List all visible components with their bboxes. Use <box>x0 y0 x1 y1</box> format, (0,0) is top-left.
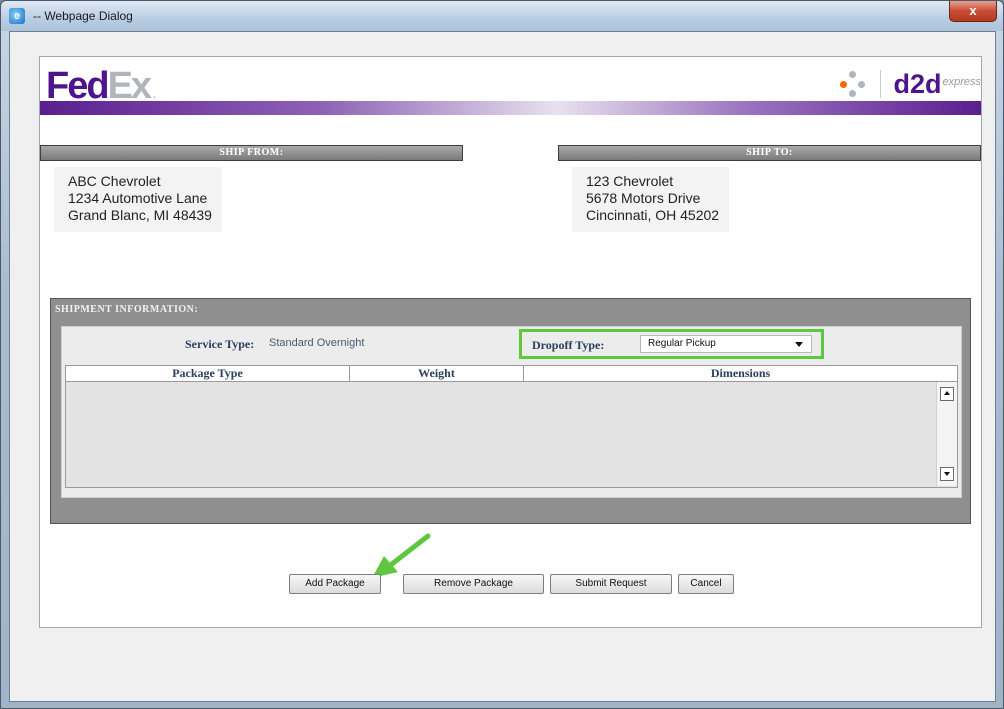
column-header-package-type[interactable]: Package Type <box>66 366 350 381</box>
service-type-label: Service Type: <box>185 337 255 351</box>
dropoff-type-value: Regular Pickup <box>648 338 716 349</box>
logo-divider <box>880 70 882 98</box>
d2d-express-logo: d2d express <box>838 67 981 101</box>
chevron-down-icon[interactable] <box>795 342 803 347</box>
address-line: Cincinnati, OH 45202 <box>586 207 720 223</box>
scrollbar[interactable] <box>936 382 957 486</box>
title-bar[interactable]: e -- Webpage Dialog x <box>1 1 1003 31</box>
window-title: -- Webpage Dialog <box>33 9 133 23</box>
dropoff-type-label: Dropoff Type: <box>532 338 605 352</box>
partner-suffix: express <box>942 76 981 88</box>
package-table-body <box>65 382 958 488</box>
shipment-information-heading: SHIPMENT INFORMATION: <box>55 304 199 315</box>
package-table-header: Package Type Weight Dimensions <box>65 365 958 382</box>
cancel-button[interactable]: Cancel <box>678 574 734 594</box>
dialog-window: e -- Webpage Dialog x FedEx. d2d express <box>0 0 1004 709</box>
service-type-value: Standard Overnight <box>269 337 365 349</box>
remove-package-button[interactable]: Remove Package <box>403 574 544 594</box>
shipment-details: Service Type: Standard Overnight Dropoff… <box>61 326 962 498</box>
ship-to-heading: SHIP TO: <box>558 145 981 161</box>
scroll-up-icon[interactable] <box>940 387 954 401</box>
dropoff-type-highlight: Dropoff Type: Regular Pickup <box>519 329 824 359</box>
scroll-down-icon[interactable] <box>940 467 954 481</box>
header-banner <box>40 101 981 115</box>
address-line: 1234 Automotive Lane <box>68 190 208 206</box>
shipment-information-panel: SHIPMENT INFORMATION: Service Type: Stan… <box>50 298 971 524</box>
header: FedEx. d2d express <box>40 57 981 135</box>
dialog-content: FedEx. d2d express SHIP FROM: ABC Chevro… <box>9 31 996 702</box>
ship-to-address: 123 Chevrolet 5678 Motors Drive Cincinna… <box>572 167 730 232</box>
add-package-button[interactable]: Add Package <box>289 574 381 594</box>
logo-dot: . <box>153 90 156 101</box>
ie-icon: e <box>9 8 25 24</box>
partner-name: d2d <box>893 68 942 99</box>
submit-request-button[interactable]: Submit Request <box>550 574 672 594</box>
column-header-dimensions[interactable]: Dimensions <box>524 366 957 381</box>
ship-from-heading: SHIP FROM: <box>40 145 463 161</box>
address-line: Grand Blanc, MI 48439 <box>68 207 212 223</box>
column-header-weight[interactable]: Weight <box>350 366 524 381</box>
address-line: 5678 Motors Drive <box>586 190 701 206</box>
action-bar: Add Package Remove Package Submit Reques… <box>40 574 981 598</box>
close-button[interactable]: x <box>949 1 997 22</box>
shipment-form: FedEx. d2d express SHIP FROM: ABC Chevro… <box>39 56 982 628</box>
address-line: 123 Chevrolet <box>586 173 674 189</box>
dots-icon <box>838 69 868 99</box>
ship-from-address: ABC Chevrolet 1234 Automotive Lane Grand… <box>54 167 222 232</box>
dropoff-type-select[interactable]: Regular Pickup <box>640 335 812 353</box>
address-line: ABC Chevrolet <box>68 173 161 189</box>
